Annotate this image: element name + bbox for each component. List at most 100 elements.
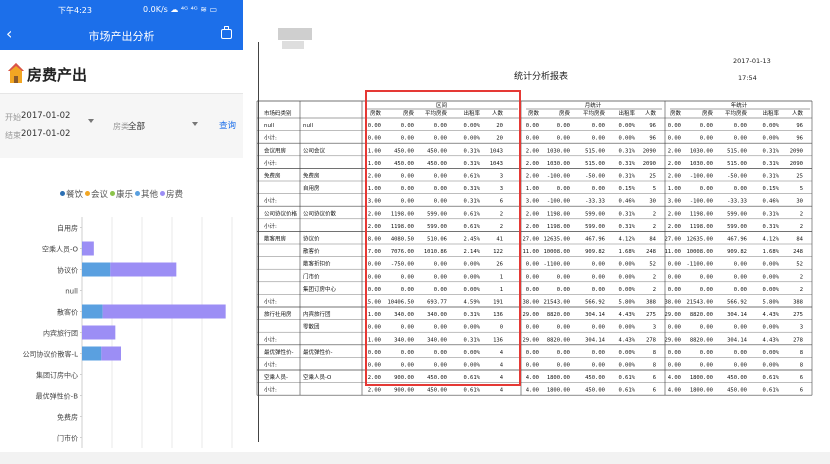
row-subcategory: 零散团 <box>303 323 320 331</box>
table-cell: 2 <box>800 287 803 293</box>
column-header: 市场码类别 <box>264 109 292 117</box>
table-cell: 0.00 <box>700 186 713 192</box>
row-category: 公司协议价格 <box>264 209 298 217</box>
table-cell: 5.80% <box>762 300 779 306</box>
table-cell: 4.43% <box>618 337 635 343</box>
row-category: 免费房 <box>264 172 281 180</box>
table-cell: 909.82 <box>585 249 605 255</box>
table-cell: 0.00% <box>618 262 635 268</box>
table-cell: 11.00 <box>522 249 539 255</box>
table-cell: 0.00 <box>592 363 605 369</box>
table-cell: 278 <box>793 337 803 343</box>
column-header: 房数 <box>670 109 682 117</box>
table-cell: 0.15% <box>762 186 779 192</box>
table-cell: 599.00 <box>727 211 747 217</box>
table-cell: 515.00 <box>727 161 747 167</box>
table-cell: 1198.00 <box>547 224 570 230</box>
table-cell: 10008.00 <box>687 249 714 255</box>
table-cell: 0.00 <box>592 350 605 356</box>
table-cell: 0.00 <box>734 123 747 129</box>
table-cell: -50.00 <box>727 174 747 180</box>
table-cell: 4.00 <box>668 375 681 381</box>
table-cell: 12635.00 <box>544 237 571 243</box>
row-category: 小计: <box>264 361 277 369</box>
table-cell: 2 <box>800 224 803 230</box>
table-cell: 0.00 <box>734 363 747 369</box>
column-header: 人数 <box>792 109 804 117</box>
table-cell: 0.31% <box>762 174 779 180</box>
table-cell: 4.12% <box>762 237 779 243</box>
table-cell: 10008.00 <box>544 249 571 255</box>
row-category: 小计: <box>264 298 277 306</box>
row-subcategory: 集团订房中心 <box>303 285 337 293</box>
table-cell: 4.00 <box>668 388 681 394</box>
table-cell: 0.00 <box>526 262 539 268</box>
table-cell: 6 <box>800 388 803 394</box>
table-cell: 8820.00 <box>690 312 713 318</box>
table-cell: 5 <box>800 186 803 192</box>
table-cell: 0.31% <box>762 211 779 217</box>
table-cell: 5 <box>653 186 656 192</box>
table-cell: 1.00 <box>526 186 539 192</box>
table-cell: -33.33 <box>585 199 605 205</box>
table-cell: 96 <box>796 136 803 142</box>
table-cell: 1.68% <box>618 249 635 255</box>
table-cell: 0.00 <box>526 123 539 129</box>
table-cell: 2.00 <box>668 161 681 167</box>
table-cell: 0.61% <box>618 375 635 381</box>
table-cell: 1800.00 <box>547 375 570 381</box>
table-cell: 909.82 <box>727 249 747 255</box>
table-cell: 599.00 <box>585 224 605 230</box>
table-cell: 0.46% <box>618 199 635 205</box>
table-cell: 0.31% <box>618 161 635 167</box>
table-cell: 4.43% <box>618 312 635 318</box>
table-cell: 2.00 <box>668 224 681 230</box>
table-cell: 0.00 <box>592 274 605 280</box>
table-cell: 0.00 <box>734 325 747 331</box>
row-subcategory: 公司协议价散 <box>303 209 337 217</box>
table-cell: 0.15% <box>618 186 635 192</box>
table-cell: 0.00 <box>668 123 681 129</box>
table-cell: 0.00 <box>592 325 605 331</box>
table-cell: 0.31% <box>618 148 635 154</box>
table-cell: 1030.00 <box>690 161 713 167</box>
table-cell: 0.00 <box>668 262 681 268</box>
table-cell: 0.00 <box>526 287 539 293</box>
table-cell: 38.00 <box>664 300 681 306</box>
table-cell: 0.00% <box>618 123 635 129</box>
table-cell: 0.00 <box>668 274 681 280</box>
table-cell: 4 <box>500 388 504 394</box>
table-cell: 8 <box>800 350 803 356</box>
table-cell: 248 <box>793 249 803 255</box>
column-header: 房费 <box>702 109 714 117</box>
table-cell: 0.00 <box>526 136 539 142</box>
table-cell: -33.33 <box>727 199 747 205</box>
table-cell: 12635.00 <box>687 237 714 243</box>
table-cell: 304.14 <box>585 337 606 343</box>
group-header: 月统计 <box>585 101 602 109</box>
column-header: 出租率 <box>762 109 779 117</box>
table-cell: 450.00 <box>585 375 605 381</box>
row-category: 小计: <box>264 159 277 167</box>
table-cell: 0.00 <box>700 350 713 356</box>
table-cell: 38.00 <box>522 300 539 306</box>
table-cell: 1.00 <box>668 186 681 192</box>
table-cell: 0.00% <box>618 274 635 280</box>
row-subcategory: 散客价 <box>303 247 320 255</box>
table-cell: 0.00 <box>526 274 539 280</box>
row-subcategory: 散客折扣价 <box>303 260 331 268</box>
row-subcategory: 公司会议 <box>303 146 326 154</box>
row-subcategory: null <box>303 123 313 129</box>
table-cell: 2.00 <box>526 174 539 180</box>
row-subcategory: 最优弹性价- <box>303 348 333 356</box>
table-cell: 2090 <box>643 161 656 167</box>
table-cell: 0.61% <box>762 375 779 381</box>
table-cell: 2.00 <box>526 224 539 230</box>
column-header: 平均房费 <box>583 109 606 117</box>
table-cell: 8 <box>653 350 656 356</box>
table-cell: 0.00% <box>618 363 635 369</box>
column-header: 出租率 <box>618 109 635 117</box>
table-cell: 27.00 <box>522 237 539 243</box>
table-cell: -1100.00 <box>687 262 714 268</box>
table-cell: 0.00 <box>557 274 570 280</box>
